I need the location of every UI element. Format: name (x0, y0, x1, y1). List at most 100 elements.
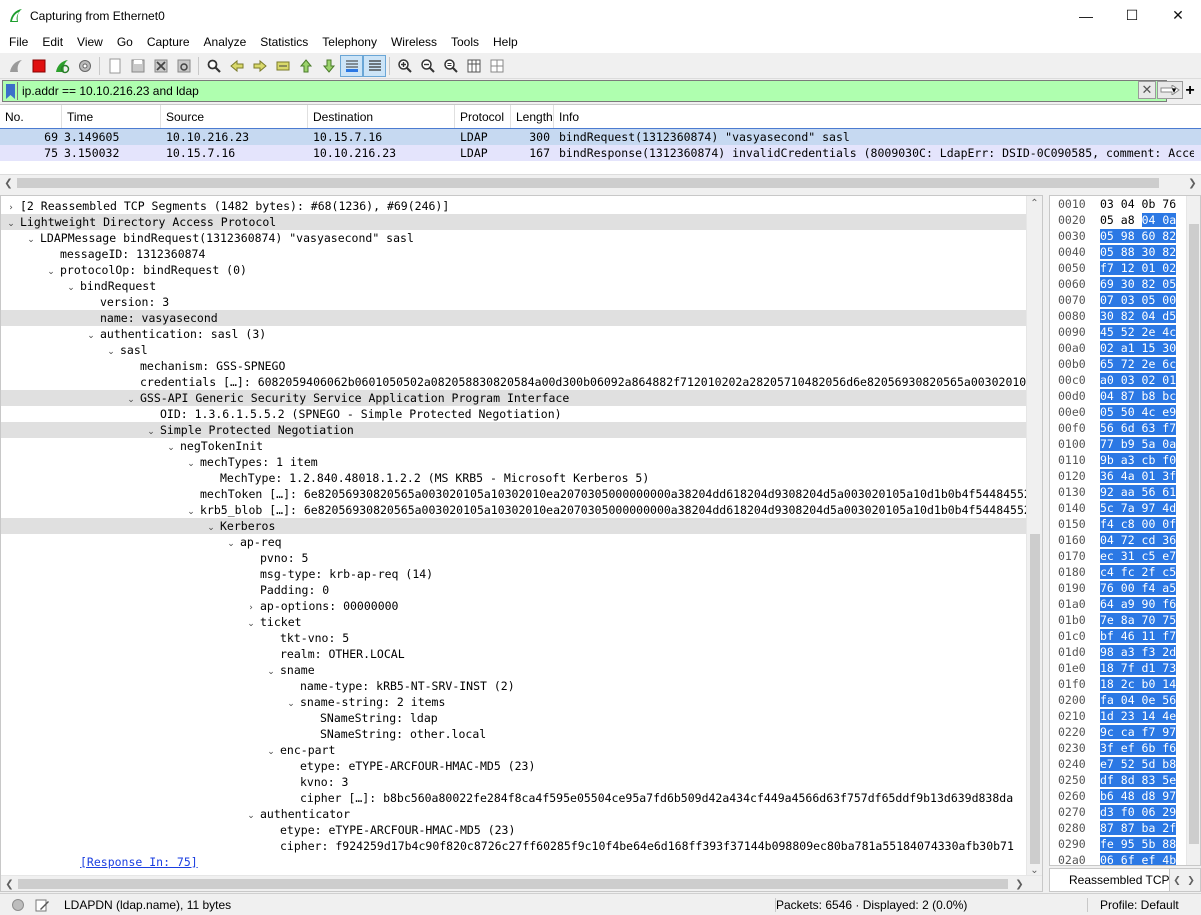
resize-columns-button[interactable] (462, 55, 485, 77)
layout-button[interactable] (485, 55, 508, 77)
menu-tools[interactable]: Tools (444, 35, 486, 49)
detail-tree-item[interactable]: SNameString: ldap (1, 710, 1027, 726)
maximize-button[interactable]: ☐ (1109, 0, 1155, 31)
find-packet-button[interactable] (202, 55, 225, 77)
scrollbar-thumb[interactable] (1189, 224, 1199, 844)
detail-tree-item[interactable]: SNameString: other.local (1, 726, 1027, 742)
bytes-row[interactable]: 0130 92 aa 56 61 (1050, 484, 1177, 500)
menu-view[interactable]: View (70, 35, 110, 49)
detail-tree-item[interactable]: OID: 1.3.6.1.5.5.2 (SPNEGO - Simple Prot… (1, 406, 1027, 422)
column-header-no[interactable]: No. (0, 105, 62, 129)
bytes-row[interactable]: 00d0 04 87 b8 bc (1050, 388, 1177, 404)
reload-file-button[interactable] (172, 55, 195, 77)
open-file-button[interactable] (103, 55, 126, 77)
detail-tree-item[interactable]: ⌄ authentication: sasl (3) (1, 326, 1027, 342)
detail-tree-item[interactable]: ⌄ GSS-API Generic Security Service Applic… (1, 390, 1027, 406)
detail-tree-item[interactable]: version: 3 (1, 294, 1027, 310)
bytes-row[interactable]: 0100 77 b9 5a 0a (1050, 436, 1177, 452)
packet-list-horizontal-scrollbar[interactable]: ❮ ❯ (0, 174, 1201, 190)
details-vertical-scrollbar[interactable]: ⌃ ⌄ (1026, 196, 1042, 877)
expert-info-icon[interactable] (12, 898, 24, 911)
detail-tree-item[interactable]: ⌄ ticket (1, 614, 1027, 630)
column-header-length[interactable]: Length (511, 105, 554, 129)
detail-tree-item[interactable]: › ap-options: 00000000 (1, 598, 1027, 614)
menu-capture[interactable]: Capture (140, 35, 197, 49)
detail-tree-item[interactable]: etype: eTYPE-ARCFOUR-HMAC-MD5 (23) (1, 822, 1027, 838)
detail-tree-item[interactable]: MechType: 1.2.840.48018.1.2.2 (MS KRB5 -… (1, 470, 1027, 486)
bytes-row[interactable]: 00c0 a0 03 02 01 (1050, 372, 1177, 388)
bytes-row[interactable]: 00f0 56 6d 63 f7 (1050, 420, 1177, 436)
first-packet-button[interactable] (294, 55, 317, 77)
menu-file[interactable]: File (2, 35, 35, 49)
scrollbar-thumb[interactable] (18, 879, 1008, 889)
stop-capture-button[interactable] (27, 55, 50, 77)
detail-tree-item[interactable]: kvno: 3 (1, 774, 1027, 790)
detail-tree-item[interactable]: ⌄ sname-string: 2 items (1, 694, 1027, 710)
status-profile[interactable]: Profile: Default (1087, 897, 1179, 912)
close-file-button[interactable] (149, 55, 172, 77)
menu-analyze[interactable]: Analyze (197, 35, 254, 49)
bytes-row[interactable]: 0120 36 4a 01 3f (1050, 468, 1177, 484)
bytes-row[interactable]: 0230 3f ef 6b f6 (1050, 740, 1177, 756)
go-forward-button[interactable] (248, 55, 271, 77)
go-to-packet-button[interactable] (271, 55, 294, 77)
bytes-row[interactable]: 0200 fa 04 0e 56 (1050, 692, 1177, 708)
restart-capture-button[interactable] (50, 55, 73, 77)
menu-help[interactable]: Help (486, 35, 525, 49)
bytes-row[interactable]: 0020 05 a8 04 0a (1050, 212, 1177, 228)
scrollbar-thumb[interactable] (17, 178, 1159, 188)
colorize-button[interactable] (363, 54, 386, 77)
packet-row[interactable]: 75 3.150032 10.15.7.16 10.10.216.23 LDAP… (0, 145, 1201, 161)
bytes-row[interactable]: 0110 9b a3 cb f0 (1050, 452, 1177, 468)
detail-tree-item[interactable]: › [2 Reassembled TCP Segments (1482 bytes… (1, 198, 1027, 214)
detail-tree-item[interactable]: name-type: kRB5-NT-SRV-INST (2) (1, 678, 1027, 694)
bytes-row[interactable]: 0070 07 03 05 00 (1050, 292, 1177, 308)
detail-tree-item[interactable]: etype: eTYPE-ARCFOUR-HMAC-MD5 (23) (1, 758, 1027, 774)
detail-tree-item[interactable]: ⌄ Simple Protected Negotiation (1, 422, 1027, 438)
go-back-button[interactable] (225, 55, 248, 77)
bytes-row[interactable]: 01d0 98 a3 f3 2d (1050, 644, 1177, 660)
detail-tree-item[interactable]: ⌄ ap-req (1, 534, 1027, 550)
bytes-row[interactable]: 0280 87 87 ba 2f (1050, 820, 1177, 836)
packet-row[interactable]: 69 3.149605 10.10.216.23 10.15.7.16 LDAP… (0, 128, 1201, 146)
detail-tree-item[interactable]: msg-type: krb-ap-req (14) (1, 566, 1027, 582)
details-horizontal-scrollbar[interactable]: ❮ ❯ (1, 875, 1042, 891)
detail-tree-item[interactable]: ⌄ krb5_blob […]: 6e82056930820565a0030201… (1, 502, 1042, 518)
recent-filters-dropdown[interactable]: ▾ (1167, 82, 1181, 98)
clear-filter-button[interactable]: ✕ (1138, 81, 1156, 99)
bytes-row[interactable]: 01a0 64 a9 90 f6 (1050, 596, 1177, 612)
detail-tree-item[interactable]: [Response In: 75] (1, 854, 1027, 870)
detail-tree-item[interactable]: ⌄ bindRequest (1, 278, 1027, 294)
detail-tree-item[interactable]: pvno: 5 (1, 550, 1027, 566)
tab-reassembled-tcp[interactable]: Reassembled TCP (1482 bytes) (1050, 869, 1170, 891)
bytes-row[interactable]: 0190 76 00 f4 a5 (1050, 580, 1177, 596)
detail-tree-item[interactable]: ⌄ LDAPMessage bindRequest(1312360874) "va… (1, 230, 1027, 246)
bytes-row[interactable]: 0260 b6 48 d8 97 (1050, 788, 1177, 804)
bytes-row[interactable]: 0060 69 30 82 05 (1050, 276, 1177, 292)
bytes-row[interactable]: 0080 30 82 04 d5 (1050, 308, 1177, 324)
bytes-row[interactable]: 0170 ec 31 c5 e7 (1050, 548, 1177, 564)
zoom-in-button[interactable] (393, 55, 416, 77)
autoscroll-button[interactable] (340, 54, 363, 77)
save-file-button[interactable] (126, 55, 149, 77)
menu-edit[interactable]: Edit (35, 35, 70, 49)
detail-tree-item[interactable]: ⌄ negTokenInit (1, 438, 1027, 454)
bytes-row[interactable]: 0160 04 72 cd 36 (1050, 532, 1177, 548)
bytes-row[interactable]: 01e0 18 7f d1 73 (1050, 660, 1177, 676)
tab-scroll-left-icon[interactable]: ❮ (1170, 875, 1184, 886)
bytes-row[interactable]: 02a0 06 6f ef 4b (1050, 852, 1177, 865)
bytes-row[interactable]: 00b0 65 72 2e 6c (1050, 356, 1177, 372)
comment-pencil-icon[interactable] (34, 897, 50, 913)
bytes-row[interactable]: 01c0 bf 46 11 f7 (1050, 628, 1177, 644)
bytes-row[interactable]: 0240 e7 52 5d b8 (1050, 756, 1177, 772)
bytes-row[interactable]: 0050 f7 12 01 02 (1050, 260, 1177, 276)
start-capture-button[interactable] (4, 55, 27, 77)
tab-scroll-right-icon[interactable]: ❯ (1184, 875, 1198, 886)
capture-options-button[interactable] (73, 55, 96, 77)
detail-tree-item[interactable]: ⌄ protocolOp: bindRequest (0) (1, 262, 1027, 278)
close-button[interactable]: ✕ (1155, 0, 1201, 31)
detail-tree-item[interactable]: cipher […]: b8bc560a80022fe284f8ca4f595e… (1, 790, 1027, 806)
detail-tree-item[interactable]: ⌄ enc-part (1, 742, 1027, 758)
last-packet-button[interactable] (317, 55, 340, 77)
bytes-row[interactable]: 0180 c4 fc 2f c5 (1050, 564, 1177, 580)
